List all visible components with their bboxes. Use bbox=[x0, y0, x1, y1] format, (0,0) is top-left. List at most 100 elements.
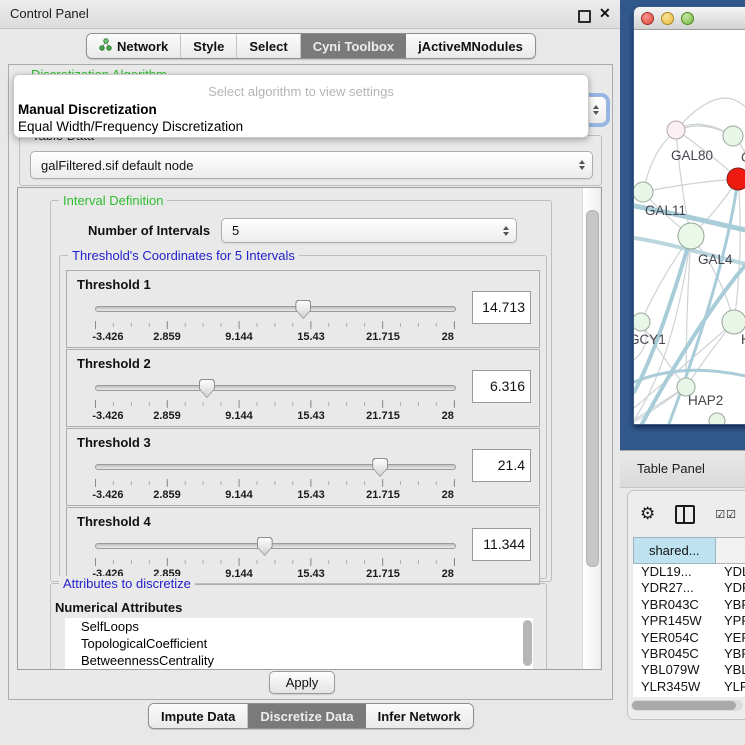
number-of-intervals-combobox[interactable]: 5 bbox=[221, 218, 517, 243]
threshold-4-panel: Threshold 4 -3.426 2.859 9.144 15.43 bbox=[66, 507, 540, 585]
tab-cyni-toolbox[interactable]: Cyni Toolbox bbox=[301, 34, 406, 58]
slider-ticks bbox=[95, 479, 455, 487]
threshold-2-value-field[interactable]: 6.316 bbox=[472, 370, 531, 403]
table-row[interactable]: YLR345W YLR3 bbox=[633, 679, 745, 695]
zoom-traffic-light-icon[interactable] bbox=[681, 12, 694, 25]
apply-button[interactable]: Apply bbox=[269, 671, 335, 694]
network-view-window[interactable]: GAL80 G. GAL11 C GAL4 GCY1 H HAP2 bbox=[633, 6, 745, 425]
slider-thumb[interactable] bbox=[199, 379, 215, 398]
node-gal11[interactable] bbox=[634, 182, 653, 202]
node-label: GCY1 bbox=[634, 332, 666, 347]
tab-infer-network-label: Infer Network bbox=[378, 709, 461, 724]
list-item[interactable]: BetweennessCentrality bbox=[65, 652, 533, 669]
slider-track[interactable] bbox=[95, 464, 456, 470]
tab-select[interactable]: Select bbox=[237, 34, 300, 58]
interval-definition-group: Interval Definition Number of Intervals … bbox=[50, 200, 552, 582]
dropdown-placeholder-item[interactable]: Select algorithm to view settings bbox=[14, 84, 588, 101]
threshold-2-slider[interactable]: -3.426 2.859 9.144 15.43 21.715 28 bbox=[95, 380, 456, 424]
threshold-3-slider[interactable]: -3.426 2.859 9.144 15.43 21.715 28 bbox=[95, 459, 456, 503]
column-header-shared-name[interactable]: shared... bbox=[633, 537, 716, 564]
dropdown-item-equal-width-frequency[interactable]: Equal Width/Frequency Discretization bbox=[14, 118, 588, 135]
slider-track[interactable] bbox=[95, 543, 456, 549]
close-traffic-light-icon[interactable] bbox=[641, 12, 654, 25]
tab-jactivemnodules[interactable]: jActiveMNodules bbox=[406, 34, 535, 58]
column-header-name[interactable]: n bbox=[716, 537, 745, 564]
columns-icon[interactable] bbox=[675, 505, 695, 524]
attributes-group-title: Attributes to discretize bbox=[59, 576, 195, 591]
node-h[interactable] bbox=[722, 310, 745, 334]
interval-definition-group-title: Interval Definition bbox=[59, 193, 167, 208]
float-window-icon[interactable] bbox=[578, 10, 591, 23]
slider-tick-labels: -3.426 2.859 9.144 15.43 21.715 28 bbox=[95, 331, 455, 344]
horizontal-scrollbar-thumb[interactable] bbox=[632, 701, 736, 710]
tab-impute-data-label: Impute Data bbox=[161, 709, 235, 724]
threshold-2-label: Threshold 2 bbox=[77, 356, 151, 371]
node-partial-top-right[interactable] bbox=[723, 126, 743, 146]
tab-network[interactable]: Network bbox=[87, 34, 181, 58]
table-row[interactable]: YDL19... YDL1 bbox=[633, 564, 745, 580]
numerical-attributes-label: Numerical Attributes bbox=[55, 600, 182, 615]
combo-arrows-icon bbox=[579, 160, 585, 170]
table-row[interactable]: YBL079W YBL0 bbox=[633, 662, 745, 678]
table-data-combobox-value: galFiltered.sif default node bbox=[41, 152, 193, 178]
table-panel-title: Table Panel bbox=[637, 451, 705, 486]
node-gal4[interactable] bbox=[678, 223, 704, 249]
threshold-1-slider[interactable]: -3.426 2.859 9.144 15.43 21.715 28 bbox=[95, 301, 456, 345]
threshold-1-label: Threshold 1 bbox=[77, 277, 151, 292]
tab-network-label: Network bbox=[117, 39, 168, 54]
threshold-3-value-field[interactable]: 21.4 bbox=[472, 449, 531, 482]
threshold-1-panel: Threshold 1 -3.426 2.859 9.144 15.43 bbox=[66, 270, 540, 348]
node-gal80[interactable] bbox=[667, 121, 685, 139]
threshold-3-label: Threshold 3 bbox=[77, 435, 151, 450]
vertical-scrollbar-thumb[interactable] bbox=[586, 210, 599, 567]
list-scrollbar-thumb[interactable] bbox=[523, 620, 532, 666]
node-partial-bottom[interactable] bbox=[709, 413, 725, 424]
table-row[interactable]: YDR27... YDR2 bbox=[633, 580, 745, 596]
node-label: HAP2 bbox=[688, 393, 723, 408]
table-row[interactable]: YIL052C YIL0 bbox=[633, 695, 745, 697]
number-of-intervals-label: Number of Intervals bbox=[88, 223, 210, 238]
slider-track[interactable] bbox=[95, 306, 456, 312]
dropdown-item-manual-discretization[interactable]: Manual Discretization bbox=[14, 101, 588, 118]
minimize-traffic-light-icon[interactable] bbox=[661, 12, 674, 25]
tab-style[interactable]: Style bbox=[181, 34, 237, 58]
network-canvas[interactable]: GAL80 G. GAL11 C GAL4 GCY1 H HAP2 bbox=[634, 30, 745, 424]
slider-thumb[interactable] bbox=[295, 300, 311, 319]
threshold-4-value-field[interactable]: 11.344 bbox=[472, 528, 531, 561]
network-window-titlebar[interactable] bbox=[634, 7, 745, 30]
horizontal-scrollbar[interactable] bbox=[631, 700, 743, 711]
table-row[interactable]: YER054C YER0 bbox=[633, 630, 745, 646]
list-item[interactable]: SelfLoops bbox=[65, 618, 533, 635]
table-row[interactable]: YBR043C YBR0 bbox=[633, 597, 745, 613]
control-panel-tabs: Network Style Select Cyni Toolbox jActiv… bbox=[86, 33, 536, 59]
slider-thumb[interactable] bbox=[372, 458, 388, 477]
slider-ticks bbox=[95, 321, 455, 329]
combo-arrows-icon bbox=[593, 105, 599, 115]
number-of-intervals-value: 5 bbox=[232, 219, 239, 242]
slider-track[interactable] bbox=[95, 385, 456, 391]
table-panel-titlebar: Table Panel bbox=[620, 450, 745, 488]
threshold-1-value-field[interactable]: 14.713 bbox=[472, 291, 531, 324]
node-label: GAL80 bbox=[671, 148, 713, 163]
slider-ticks bbox=[95, 558, 455, 566]
table-data-group: Table Data galFiltered.sif default node bbox=[19, 135, 602, 186]
table-row[interactable]: YPR145W YPR1 bbox=[633, 613, 745, 629]
vertical-scrollbar[interactable] bbox=[582, 188, 600, 669]
tab-infer-network[interactable]: Infer Network bbox=[366, 704, 473, 728]
tab-discretize-data[interactable]: Discretize Data bbox=[248, 704, 365, 728]
tab-discretize-data-label: Discretize Data bbox=[260, 709, 353, 724]
combo-arrows-icon bbox=[503, 226, 509, 236]
slider-thumb[interactable] bbox=[257, 537, 273, 556]
tab-impute-data[interactable]: Impute Data bbox=[149, 704, 248, 728]
select-columns-checkboxes-icon[interactable]: ☑☑ bbox=[715, 508, 737, 521]
gear-icon[interactable]: ⚙ bbox=[640, 504, 655, 524]
table-row[interactable]: YBR045C YBR0 bbox=[633, 646, 745, 662]
cyni-toolbox-panel: Discretization Algorithm Select algorith… bbox=[8, 64, 613, 700]
node-gcy1[interactable] bbox=[634, 313, 650, 331]
node-red-selected[interactable] bbox=[727, 168, 745, 190]
numerical-attributes-list: SelfLoops TopologicalCoefficient Between… bbox=[65, 618, 533, 670]
table-data-combobox[interactable]: galFiltered.sif default node bbox=[30, 151, 593, 179]
list-item[interactable]: TopologicalCoefficient bbox=[65, 635, 533, 652]
control-panel-titlebar: Control Panel ✕ bbox=[0, 0, 620, 29]
close-icon[interactable]: ✕ bbox=[599, 5, 611, 22]
